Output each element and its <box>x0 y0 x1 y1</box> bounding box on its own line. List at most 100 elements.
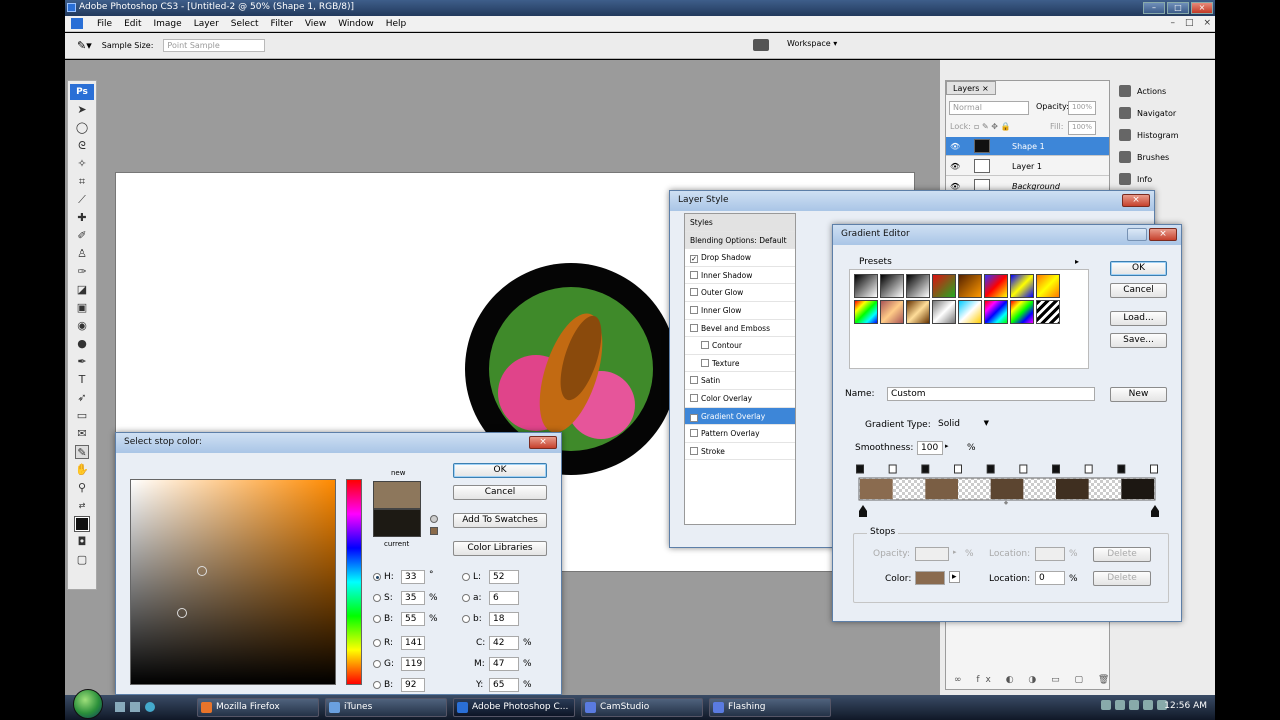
cancel-button[interactable]: Cancel <box>453 485 547 500</box>
color-stop-end[interactable] <box>1151 505 1159 511</box>
hue-slider[interactable] <box>346 479 362 685</box>
layers-panel-footer-icons[interactable]: ∞ fx ◐ ◑ ▭ ▢ 🗑 <box>954 675 1115 685</box>
lock-icons[interactable]: ▫ ✎ ✥ 🔒 <box>974 122 1010 131</box>
style-item-gradient-overlay[interactable]: ✓ Gradient Overlay <box>685 407 795 426</box>
task-camstudio[interactable]: CamStudio <box>581 698 703 717</box>
ok-button[interactable]: OK <box>453 463 547 478</box>
style-item-drop-shadow[interactable]: ✓ Drop Shadow <box>685 249 795 267</box>
task-firefox[interactable]: Mozilla Firefox <box>197 698 319 717</box>
notes-tool-icon[interactable]: ✉ <box>75 427 89 441</box>
menu-image[interactable]: Image <box>148 19 188 29</box>
style-item-styles[interactable]: Styles <box>685 214 795 232</box>
menu-help[interactable]: Help <box>380 19 413 29</box>
start-button[interactable] <box>73 689 103 719</box>
fill-field[interactable]: 100% <box>1068 121 1096 135</box>
checkbox[interactable] <box>701 358 709 367</box>
opacity-stop[interactable] <box>986 464 995 474</box>
eraser-tool-icon[interactable]: ◪ <box>75 283 89 297</box>
a-channel-field[interactable]: 6 <box>489 591 519 605</box>
delete-color-stop-button[interactable]: Delete <box>1093 571 1151 586</box>
checkbox[interactable] <box>690 429 698 438</box>
style-item-outer-glow[interactable]: Outer Glow <box>685 284 795 302</box>
task-flashing[interactable]: Flashing <box>709 698 831 717</box>
shape-tool-icon[interactable]: ▭ <box>75 409 89 423</box>
doc-restore-icon[interactable]: □ <box>1185 18 1194 28</box>
brush-tool-icon[interactable]: ✐ <box>75 229 89 243</box>
quick-mask-icon[interactable]: ◘ <box>75 535 89 549</box>
show-desktop-icon[interactable] <box>115 702 125 712</box>
checkbox[interactable] <box>690 376 698 385</box>
volume-icon[interactable] <box>1143 700 1153 710</box>
visibility-eye-icon[interactable]: 👁 <box>950 162 960 171</box>
swap-colors-icon[interactable]: ⇄ <box>75 499 89 513</box>
menu-filter[interactable]: Filter <box>265 19 299 29</box>
opacity-stop[interactable] <box>856 464 864 474</box>
brightness-radio[interactable] <box>373 615 381 623</box>
move-tool-icon[interactable]: ➤ <box>75 103 89 117</box>
minimize-button[interactable]: – <box>1143 2 1165 14</box>
blue-field[interactable]: 92 <box>401 678 425 692</box>
red-radio[interactable] <box>373 639 381 647</box>
color-location-field[interactable]: 0 <box>1035 571 1065 585</box>
add-to-swatches-button[interactable]: Add To Swatches <box>453 513 547 528</box>
cyan-field[interactable]: 42 <box>489 636 519 650</box>
lasso-tool-icon[interactable]: ᘓ <box>75 139 89 153</box>
path-selection-tool-icon[interactable]: ➶ <box>75 391 89 405</box>
layer-row-layer-1[interactable]: 👁 Layer 1 <box>946 157 1109 176</box>
checkbox[interactable] <box>690 323 698 332</box>
lightness-field[interactable]: 52 <box>489 570 519 584</box>
opacity-stop[interactable] <box>954 464 962 474</box>
slice-tool-icon[interactable]: ⟋ <box>75 193 89 207</box>
switch-windows-icon[interactable] <box>130 702 140 712</box>
color-stop-end-box[interactable] <box>1151 511 1159 517</box>
menu-edit[interactable]: Edit <box>118 19 147 29</box>
screen-mode-icon[interactable]: ▢ <box>75 553 89 567</box>
marquee-tool-icon[interactable]: ◯ <box>75 121 89 135</box>
style-item-texture[interactable]: Texture <box>685 355 795 373</box>
menu-select[interactable]: Select <box>225 19 265 29</box>
checkbox[interactable] <box>690 288 698 297</box>
close-icon[interactable]: × <box>529 436 557 449</box>
green-field[interactable]: 119 <box>401 657 425 671</box>
gradient-bar[interactable] <box>833 225 1183 525</box>
doc-minimize-icon[interactable]: – <box>1170 18 1175 28</box>
hue-radio[interactable] <box>373 573 381 581</box>
healing-brush-tool-icon[interactable]: ✚ <box>75 211 89 225</box>
magenta-field[interactable]: 47 <box>489 657 519 671</box>
a-channel-radio[interactable] <box>462 594 470 602</box>
green-radio[interactable] <box>373 660 381 668</box>
style-item-stroke[interactable]: Stroke <box>685 443 795 461</box>
tray-icon[interactable] <box>1129 700 1139 710</box>
visibility-eye-icon[interactable]: 👁 <box>950 142 960 151</box>
tray-icon[interactable] <box>1101 700 1111 710</box>
hand-tool-icon[interactable]: ✋ <box>75 463 89 477</box>
color-libraries-button[interactable]: Color Libraries <box>453 541 547 556</box>
style-item-bevel-emboss[interactable]: Bevel and Emboss <box>685 320 795 338</box>
checkbox[interactable] <box>690 270 698 279</box>
task-photoshop[interactable]: Adobe Photoshop C... <box>453 698 575 717</box>
color-selector-ring[interactable] <box>197 566 207 576</box>
checkbox[interactable] <box>690 305 698 314</box>
style-item-pattern-overlay[interactable]: Pattern Overlay <box>685 425 795 443</box>
saturation-radio[interactable] <box>373 594 381 602</box>
clock[interactable]: 12:56 AM <box>1164 701 1207 711</box>
color-stop-swatch[interactable] <box>915 571 945 585</box>
navigator-panel-button[interactable]: Navigator <box>1115 102 1215 124</box>
lightness-radio[interactable] <box>462 573 470 581</box>
histogram-panel-button[interactable]: Histogram <box>1115 124 1215 146</box>
ie-icon[interactable] <box>145 702 155 712</box>
history-brush-tool-icon[interactable]: ✑ <box>75 265 89 279</box>
layers-tab[interactable]: Layers × <box>946 81 996 95</box>
opacity-stop[interactable] <box>888 464 897 474</box>
current-color-preview[interactable] <box>373 509 421 537</box>
task-itunes[interactable]: iTunes <box>325 698 447 717</box>
doc-close-icon[interactable]: × <box>1203 18 1211 28</box>
close-icon[interactable]: × <box>1122 194 1150 207</box>
magic-wand-tool-icon[interactable]: ✧ <box>75 157 89 171</box>
style-item-inner-glow[interactable]: Inner Glow <box>685 302 795 320</box>
brushes-panel-button[interactable]: Brushes <box>1115 146 1215 168</box>
crop-tool-icon[interactable]: ⌗ <box>75 175 89 189</box>
zoom-tool-icon[interactable]: ⚲ <box>75 481 89 495</box>
brightness-field[interactable]: 55 <box>401 612 425 626</box>
color-field[interactable] <box>130 479 336 685</box>
